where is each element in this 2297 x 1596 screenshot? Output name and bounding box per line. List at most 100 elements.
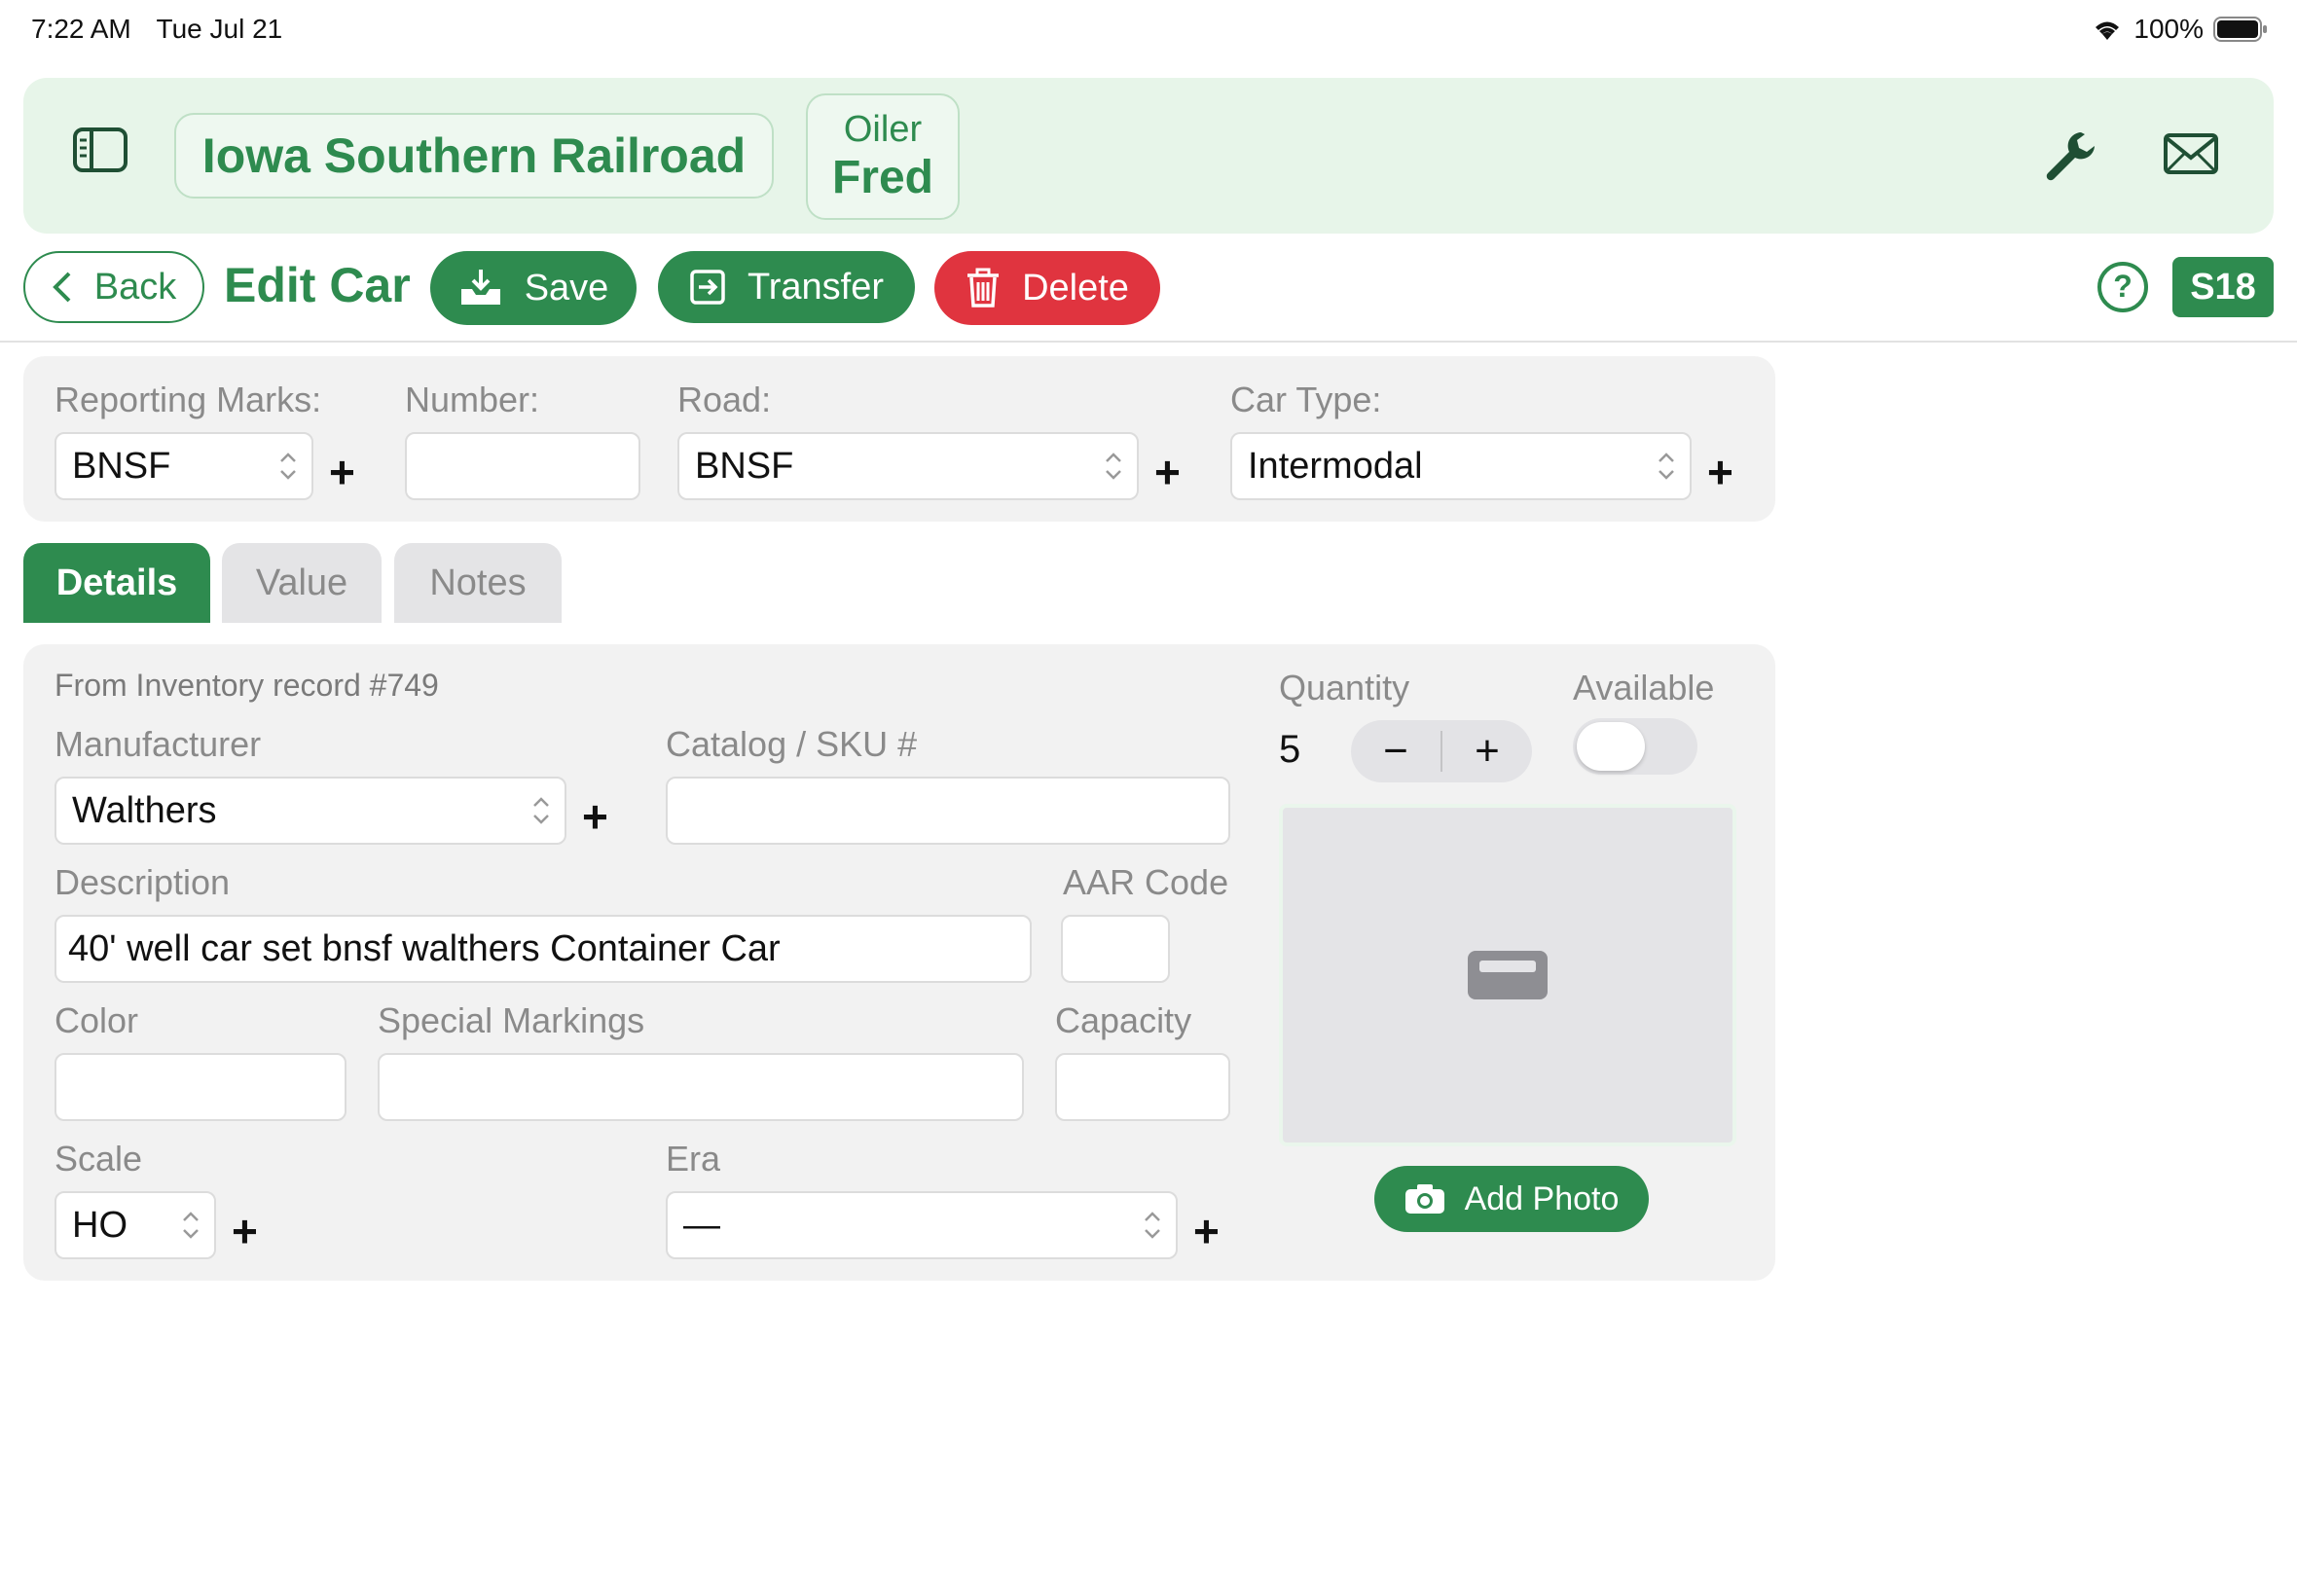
reporting-marks-select[interactable]: BNSF [55, 432, 313, 500]
add-reporting-marks-button[interactable]: + [329, 450, 355, 494]
chevron-updown-icon [280, 453, 296, 480]
details-panel: From Inventory record #749 Manufacturer … [23, 644, 1775, 1281]
capacity-field[interactable] [1055, 1053, 1230, 1121]
available-toggle[interactable] [1573, 718, 1697, 775]
status-indicators: 100% [2091, 14, 2268, 45]
train-car-icon [1468, 951, 1548, 999]
save-button[interactable]: Save [430, 251, 637, 325]
quantity-increment-button[interactable]: + [1442, 720, 1532, 782]
road-label: Road: [677, 380, 772, 419]
header-banner: Iowa Southern Railroad Oiler Fred [23, 78, 2274, 234]
tray-download-icon [460, 270, 500, 305]
scale-value: HO [72, 1204, 128, 1246]
add-photo-button[interactable]: Add Photo [1374, 1166, 1649, 1232]
manufacturer-value: Walthers [72, 789, 217, 831]
chevron-updown-icon [183, 1212, 199, 1239]
number-field[interactable] [405, 432, 640, 500]
delete-label: Delete [1022, 267, 1129, 308]
photo-placeholder [1279, 804, 1736, 1146]
date-text: Tue Jul 21 [156, 14, 283, 44]
description-field[interactable]: 40' well car set bnsf walthers Container… [55, 915, 1032, 983]
quantity-decrement-button[interactable]: − [1351, 720, 1440, 782]
add-era-button[interactable]: + [1193, 1209, 1220, 1253]
special-markings-label: Special Markings [378, 1000, 645, 1040]
catalog-label: Catalog / SKU # [666, 724, 918, 764]
catalog-field[interactable] [666, 777, 1230, 845]
transfer-label: Transfer [747, 266, 885, 308]
quantity-stepper: − + [1351, 720, 1532, 782]
user-name: Fred [831, 152, 933, 204]
add-road-button[interactable]: + [1154, 450, 1181, 494]
manufacturer-select[interactable]: Walthers [55, 777, 566, 845]
help-icon[interactable]: ? [2096, 261, 2149, 318]
quantity-value: 5 [1279, 728, 1301, 771]
capacity-label: Capacity [1055, 1000, 1192, 1040]
time-text: 7:22 AM [31, 14, 131, 44]
tab-notes[interactable]: Notes [394, 543, 562, 623]
tab-value-label: Value [255, 562, 348, 603]
battery-text: 100% [2133, 14, 2204, 44]
page-title: Edit Car [224, 258, 411, 312]
chevron-updown-icon [1106, 453, 1121, 480]
number-label: Number: [405, 380, 540, 419]
quantity-label: Quantity [1279, 668, 1410, 707]
inventory-note: From Inventory record #749 [55, 668, 439, 703]
save-label: Save [524, 267, 609, 308]
road-value: BNSF [695, 445, 794, 487]
status-badge[interactable]: S18 [2172, 257, 2274, 317]
battery-icon [2213, 17, 2267, 42]
color-field[interactable] [55, 1053, 346, 1121]
wifi-icon [2096, 21, 2120, 40]
transfer-icon [690, 270, 725, 305]
railroad-name: Iowa Southern Railroad [201, 128, 747, 183]
chevron-updown-icon [1659, 453, 1674, 480]
road-select[interactable]: BNSF [677, 432, 1139, 500]
camera-icon [1404, 1184, 1444, 1214]
status-time: 7:22 AM Tue Jul 21 [31, 14, 282, 45]
add-scale-button[interactable]: + [232, 1209, 258, 1253]
user-role-button[interactable]: Oiler Fred [806, 93, 960, 220]
tab-notes-label: Notes [429, 562, 527, 603]
special-markings-field[interactable] [378, 1053, 1024, 1121]
svg-text:?: ? [2113, 269, 2133, 304]
back-button[interactable]: Back [23, 251, 204, 323]
car-identity-panel: Reporting Marks: BNSF + Number: Road: BN… [23, 356, 1775, 522]
available-label: Available [1573, 668, 1715, 707]
era-value: — [683, 1204, 720, 1246]
sidebar-toggle-icon[interactable] [72, 127, 128, 178]
tab-details-label: Details [55, 562, 178, 603]
scale-select[interactable]: HO [55, 1191, 216, 1259]
aar-code-field[interactable] [1061, 915, 1170, 983]
reporting-marks-value: BNSF [72, 445, 171, 487]
car-type-label: Car Type: [1230, 380, 1382, 419]
manufacturer-label: Manufacturer [55, 724, 262, 764]
era-select[interactable]: — [666, 1191, 1178, 1259]
aar-code-label: AAR Code [1063, 862, 1229, 902]
delete-button[interactable]: Delete [934, 251, 1160, 325]
scale-label: Scale [55, 1139, 143, 1179]
tab-details[interactable]: Details [23, 543, 210, 623]
toggle-knob [1577, 722, 1645, 771]
trash-icon [967, 268, 1000, 308]
railroad-name-button[interactable]: Iowa Southern Railroad [174, 113, 774, 199]
color-label: Color [55, 1000, 139, 1040]
mail-icon[interactable] [2163, 132, 2219, 180]
tab-value[interactable]: Value [222, 543, 382, 623]
chevron-left-icon [52, 272, 71, 303]
back-label: Back [93, 266, 177, 308]
chevron-updown-icon [533, 797, 549, 824]
description-label: Description [55, 862, 231, 902]
add-car-type-button[interactable]: + [1707, 450, 1733, 494]
toolbar-divider [0, 341, 2297, 343]
car-type-select[interactable]: Intermodal [1230, 432, 1692, 500]
era-label: Era [666, 1139, 721, 1179]
add-photo-label: Add Photo [1464, 1179, 1620, 1217]
car-type-value: Intermodal [1248, 445, 1423, 487]
description-value: 40' well car set bnsf walthers Container… [68, 927, 781, 969]
wrench-icon[interactable] [2042, 127, 2100, 190]
user-role: Oiler [843, 108, 923, 150]
chevron-updown-icon [1145, 1212, 1160, 1239]
reporting-marks-label: Reporting Marks: [55, 380, 322, 419]
add-manufacturer-button[interactable]: + [582, 794, 608, 839]
transfer-button[interactable]: Transfer [658, 251, 915, 323]
